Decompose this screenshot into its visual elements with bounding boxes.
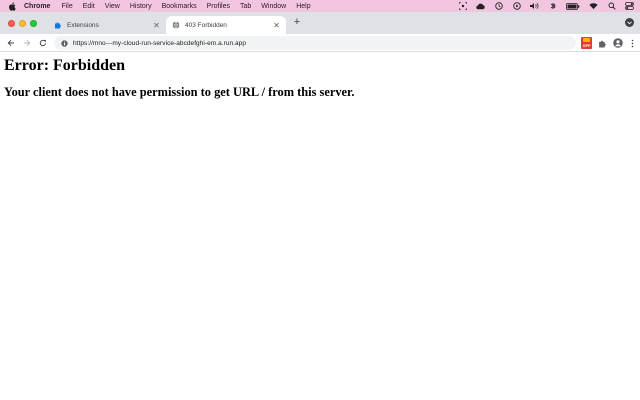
tab-403-forbidden[interactable]: 403 Forbidden ✕ bbox=[166, 16, 286, 34]
creative-cloud-icon[interactable] bbox=[476, 2, 485, 10]
tab-extensions[interactable]: Extensions ✕ bbox=[48, 16, 166, 34]
site-info-icon[interactable] bbox=[60, 39, 68, 47]
tab-close-button[interactable]: ✕ bbox=[272, 21, 281, 30]
clock-icon[interactable] bbox=[494, 2, 503, 10]
apple-logo-icon[interactable] bbox=[8, 1, 18, 11]
tab-close-button[interactable]: ✕ bbox=[152, 21, 161, 30]
new-tab-button[interactable]: + bbox=[291, 16, 303, 28]
page-title: Error: Forbidden bbox=[4, 57, 126, 74]
profile-avatar-icon bbox=[613, 38, 623, 48]
window-minimize-button[interactable] bbox=[19, 20, 26, 27]
browser-toolbar: https://mno---my-cloud-run-service-abcde… bbox=[0, 34, 640, 52]
battery-icon[interactable] bbox=[566, 2, 580, 10]
tab-strip: Extensions ✕ 403 Forbidden ✕ bbox=[0, 12, 640, 34]
search-icon[interactable] bbox=[607, 2, 616, 10]
chevron-down-icon bbox=[627, 20, 632, 24]
globe-icon bbox=[172, 21, 180, 29]
tab-title: Extensions bbox=[67, 21, 99, 29]
page-content: Error: Forbidden Your client does not ha… bbox=[0, 53, 640, 400]
extension-cookie-icon bbox=[583, 38, 590, 42]
puzzle-icon bbox=[54, 21, 62, 29]
menu-help[interactable]: Help bbox=[296, 3, 310, 10]
arrow-right-icon bbox=[24, 39, 31, 47]
menu-file[interactable]: File bbox=[61, 3, 72, 10]
screen-capture-icon[interactable] bbox=[458, 2, 467, 10]
play-icon[interactable] bbox=[512, 2, 521, 10]
menu-profiles[interactable]: Profiles bbox=[207, 3, 230, 10]
menu-edit[interactable]: Edit bbox=[83, 3, 95, 10]
window-controls bbox=[8, 20, 41, 27]
window-close-button[interactable] bbox=[8, 20, 15, 27]
menu-history[interactable]: History bbox=[130, 3, 152, 10]
window-maximize-button[interactable] bbox=[30, 20, 37, 27]
address-bar[interactable]: https://mno---my-cloud-run-service-abcde… bbox=[54, 36, 576, 50]
error-message: Your client does not have permission to … bbox=[4, 85, 355, 99]
chrome-menu-button[interactable] bbox=[629, 38, 635, 48]
bluetooth-icon[interactable] bbox=[548, 2, 557, 10]
reload-icon bbox=[39, 39, 47, 47]
url-text: https://mno---my-cloud-run-service-abcde… bbox=[73, 39, 246, 47]
status-area bbox=[449, 0, 634, 12]
reload-button[interactable] bbox=[38, 38, 48, 48]
menu-bookmarks[interactable]: Bookmarks bbox=[162, 3, 197, 10]
profile-button[interactable] bbox=[613, 38, 623, 48]
menu-view[interactable]: View bbox=[105, 3, 120, 10]
more-vert-icon bbox=[631, 39, 633, 47]
back-button[interactable] bbox=[6, 38, 16, 48]
tab-search-button[interactable] bbox=[625, 18, 634, 27]
menu-window[interactable]: Window bbox=[261, 3, 286, 10]
extension-badge-label: OFF bbox=[582, 43, 591, 48]
extension-off-badge[interactable]: OFF bbox=[581, 37, 592, 49]
forward-button[interactable] bbox=[22, 38, 32, 48]
menu-tab[interactable]: Tab bbox=[240, 3, 251, 10]
tab-title: 403 Forbidden bbox=[185, 21, 227, 29]
wifi-icon[interactable] bbox=[589, 2, 598, 10]
control-center-icon[interactable] bbox=[625, 2, 634, 10]
extensions-button[interactable] bbox=[597, 38, 607, 48]
menu-bar: Chrome File Edit View History Bookmarks … bbox=[0, 0, 640, 12]
puzzle-icon bbox=[598, 40, 606, 47]
menu-app-chrome[interactable]: Chrome bbox=[24, 3, 50, 10]
volume-icon[interactable] bbox=[530, 2, 539, 10]
arrow-left-icon bbox=[7, 39, 14, 47]
